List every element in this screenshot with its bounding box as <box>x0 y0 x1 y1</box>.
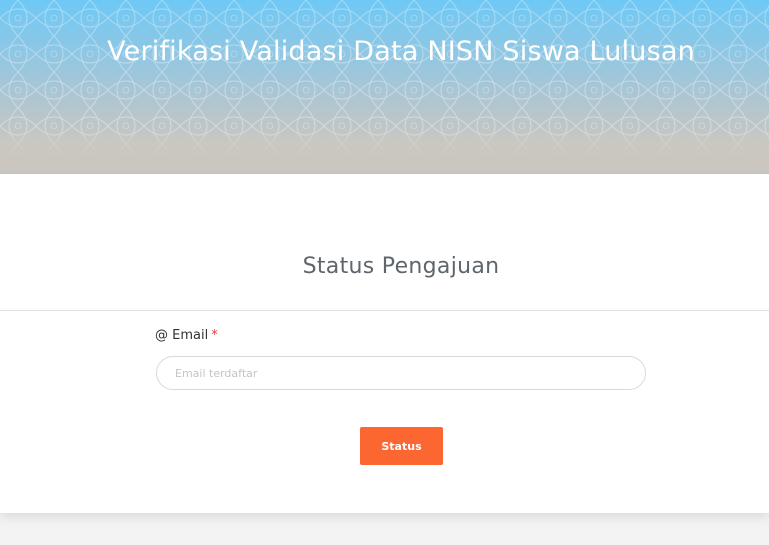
page-header: Verifikasi Validasi Data NISN Siswa Lulu… <box>0 0 769 174</box>
status-button[interactable]: Status <box>360 427 443 465</box>
email-label: @ Email * <box>155 328 218 343</box>
divider <box>0 310 769 311</box>
email-field[interactable] <box>156 356 646 390</box>
form-card: Status Pengajuan @ Email* Status <box>0 174 769 513</box>
required-marker: * <box>211 328 218 343</box>
email-label-text: @ Email <box>155 328 209 343</box>
section-title: Status Pengajuan <box>302 254 500 279</box>
header-fade <box>0 130 769 174</box>
page-title: Verifikasi Validasi Data NISN Siswa Lulu… <box>107 36 695 67</box>
